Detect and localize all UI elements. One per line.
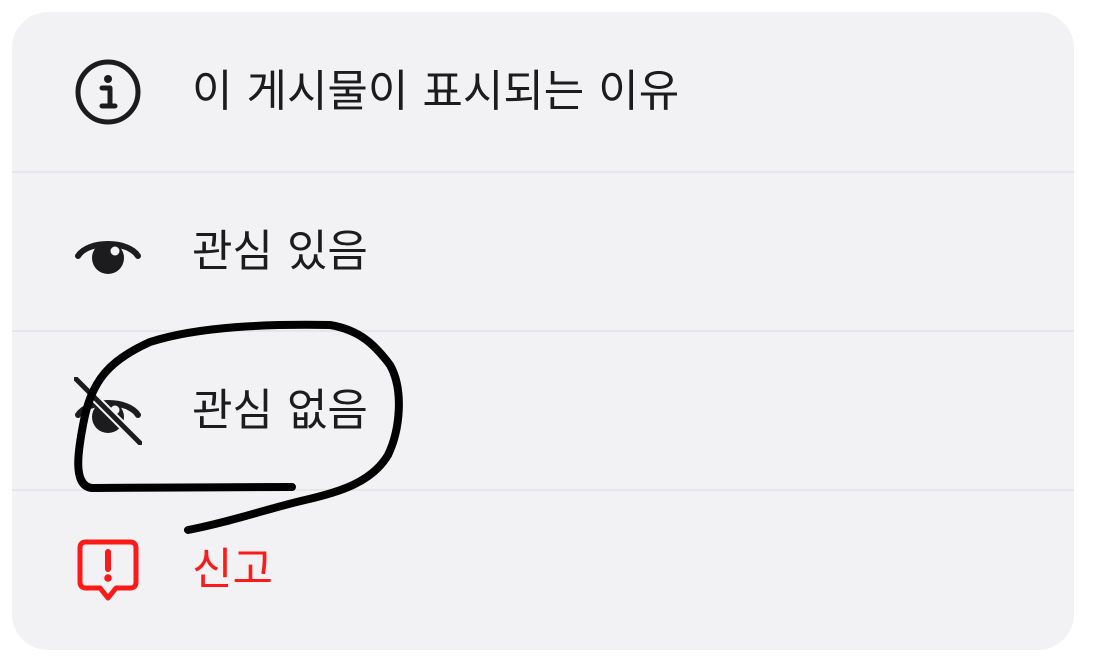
menu-item-not-interested[interactable]: 관심 없음: [12, 330, 1074, 489]
info-circle-icon: [74, 58, 142, 126]
report-alert-icon: [74, 536, 142, 604]
menu-item-label: 이 게시물이 표시되는 이유: [192, 65, 680, 117]
menu-item-label: 신고: [192, 543, 273, 595]
menu-item-interested[interactable]: 관심 있음: [12, 171, 1074, 330]
eye-slash-icon: [74, 376, 142, 445]
stage: 이 게시물이 표시되는 이유 관심 있음 관심 없음 신고: [0, 0, 1096, 657]
eye-icon: [74, 218, 142, 286]
post-options-menu: 이 게시물이 표시되는 이유 관심 있음 관심 없음 신고: [12, 12, 1074, 650]
menu-item-why-seeing-post[interactable]: 이 게시물이 표시되는 이유: [12, 12, 1074, 171]
menu-item-report[interactable]: 신고: [12, 489, 1074, 648]
menu-item-label: 관심 없음: [192, 384, 368, 436]
menu-item-label: 관심 있음: [192, 225, 368, 277]
